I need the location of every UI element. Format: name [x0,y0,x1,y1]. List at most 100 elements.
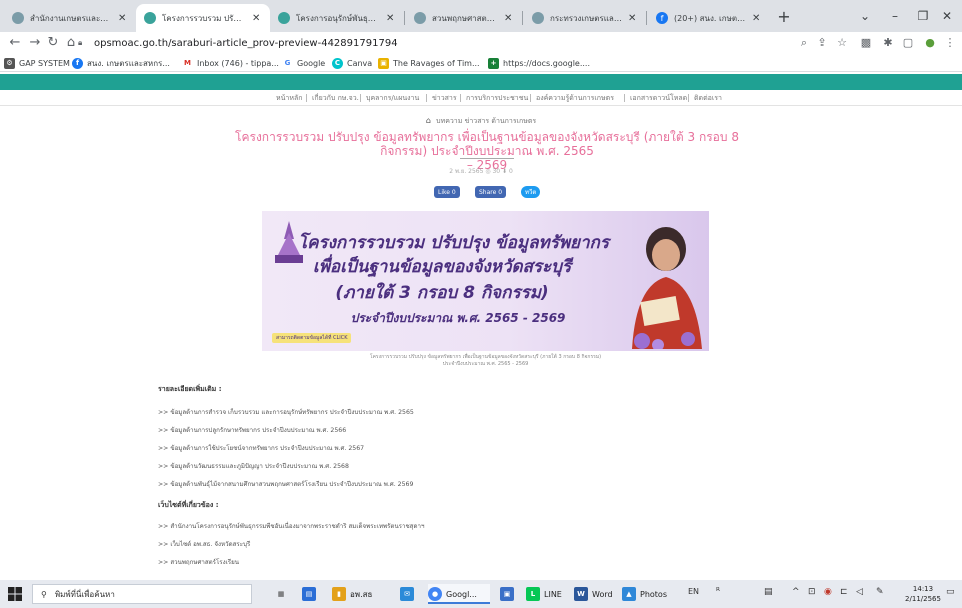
canva-icon: C [332,57,343,69]
address-bar[interactable]: 🔒︎ opsmoac.go.th/saraburi-article_prov-p… [78,33,786,53]
system-clock[interactable]: 14:13 2/11/2565 [900,584,946,604]
details-link-4[interactable]: >> ข้อมูลด้านวัฒนธรรมและภูมิปัญญา ประจำป… [158,461,349,471]
window-close-icon[interactable]: ✕ [930,6,962,26]
folder-icon: ▮ [332,587,346,601]
nav-item-news[interactable]: ข่าวสาร [432,93,457,104]
people-icon[interactable]: ᴿ [716,587,720,597]
tweet-button[interactable]: ทวีต [521,186,541,198]
taskbar-app-chrome[interactable]: ● Googl... [428,584,490,604]
tray-app-icon[interactable]: ⊡ [808,587,816,597]
taskbar-app-label: LINE [544,589,562,599]
network-icon[interactable]: ⊏ [840,587,848,597]
antivirus-icon[interactable]: ◉ [824,587,832,597]
close-icon[interactable]: ✕ [252,13,262,24]
gear-icon: ⚙ [4,57,15,69]
nav-item-services[interactable]: การบริการประชาชน [466,93,528,104]
taskbar-app-store[interactable]: ▤ [302,584,320,604]
bookmark-gmail[interactable]: M Inbox (746) - tippa... [182,56,279,70]
sidebar-icon[interactable]: ▢ [900,35,916,51]
tab-title: โครงการอนุรักษ์พันธุกรรมพื... [296,13,380,23]
menu-icon[interactable]: ⋮ [942,35,958,51]
nav-item-staff[interactable]: บุคลากร/แผนงาน [366,93,419,104]
browser-tab-strip: สำนักงานเกษตรและสหกรณ์ ✕ โครงการรวบรวม ป… [0,0,962,32]
bookmark-facebook[interactable]: f สนง. เกษตรและสหกร... [72,56,170,70]
details-link-1[interactable]: >> ข้อมูลด้านการสำรวจ เก็บรวบรวม และการอ… [158,407,414,417]
portrait-icon [632,227,702,349]
url-text: opsmoac.go.th/saraburi-article_prov-prev… [94,37,398,49]
close-icon[interactable]: ✕ [628,13,638,24]
details-link-3[interactable]: >> ข้อมูลด้านการใช้ประโยชน์จากทรัพยากร ป… [158,443,364,453]
browser-tab-4[interactable]: กระทรวงเกษตรและสหกรณ์ ✕ [524,4,646,32]
related-link-2[interactable]: >> เว็บไซต์ อพ.สธ. จังหวัดสระบุรี [158,539,250,549]
home-icon[interactable]: ⌂ [426,116,431,125]
banner-caption: โครงการรวบรวม ปรับปรุง ข้อมูลทรัพยากร เพ… [262,354,709,368]
chrome-icon: ● [428,587,442,601]
bookmark-label: The Ravages of Tim... [393,58,480,68]
taskbar-app-label: อพ.สธ [350,589,373,599]
nav-divider [460,94,461,102]
tab-separator [522,11,523,25]
bookmark-google[interactable]: G Google [282,56,325,70]
notifications-icon[interactable]: ▭ [946,587,955,597]
details-link-5[interactable]: >> ข้อมูลด้านพันธุ์ไม้จากสนามศึกษาสวนพฤก… [158,479,413,489]
bookmarks-bar: ⚙ GAP SYSTEM f สนง. เกษตรและสหกร... M In… [0,54,962,72]
taskbar-app-photos-viewer[interactable]: ▣ [500,584,518,604]
details-heading: รายละเอียดเพิ่มเติม : [158,385,222,393]
close-icon[interactable]: ✕ [752,13,762,24]
task-view-icon: ▦ [277,590,285,598]
facebook-share-button[interactable]: Share 0 [475,186,507,198]
close-icon[interactable]: ✕ [118,13,128,24]
bookmark-docs[interactable]: + https://docs.google.... [488,56,590,70]
breadcrumb-text[interactable]: บทความ ข่าวสาร ด้านการเกษตร [436,117,536,125]
nav-item-about[interactable]: เกี่ยวกับ กษ.จว. [312,93,359,104]
chevron-up-icon[interactable]: ^ [792,587,800,597]
volume-icon[interactable]: ◁ [856,587,863,597]
profile-avatar-icon[interactable]: ● [922,35,938,51]
back-icon[interactable]: ← [6,34,24,52]
close-icon[interactable]: ✕ [386,13,396,24]
related-link-3[interactable]: >> สวนพฤกษศาสตร์โรงเรียน [158,557,239,567]
facebook-like-button[interactable]: Like 0 [434,186,460,198]
bookmark-label: Canva [347,58,373,68]
browser-tab-2[interactable]: โครงการอนุรักษ์พันธุกรรมพื... ✕ [270,4,404,32]
bookmark-star-icon[interactable]: ☆ [834,35,850,51]
taskbar-search[interactable]: ⚲ พิมพ์ที่นี่เพื่อค้นหา [32,584,252,604]
caption-line2: ประจำปีงบประมาณ พ.ศ. 2565 - 2569 [442,361,529,367]
nav-item-contact[interactable]: ติดต่อเรา [694,93,722,104]
taskbar-task-view[interactable]: ▦ [274,584,292,604]
details-link-2[interactable]: >> ข้อมูลด้านการปลูกรักษาทรัพยากร ประจำป… [158,425,346,435]
tweet-label: ทวีต [525,189,537,196]
extension-icon[interactable]: ▩ [858,35,874,51]
related-link-1[interactable]: >> สำนักงานโครงการอนุรักษ์พันธุกรรมพืชอั… [158,521,424,531]
bookmark-canva[interactable]: C Canva [332,56,372,70]
taskbar-app-folder[interactable]: ▮ อพ.สธ [332,584,382,604]
lock-icon: 🔒︎ [78,38,83,47]
language-indicator[interactable]: EN [688,587,699,596]
taskbar-app-mail[interactable]: ✉ [400,584,418,604]
browser-tab-5[interactable]: f (20+) สนง. เกษตรและสหกร... ✕ [648,4,770,32]
nav-item-downloads[interactable]: เอกสารดาวน์โหลด [630,93,687,104]
new-tab-button[interactable]: + [772,6,796,28]
keyboard-icon[interactable]: ▤ [764,587,773,597]
taskbar-app-line[interactable]: L LINE [526,584,576,604]
share-page-icon[interactable]: ⇪ [814,35,830,51]
bookmark-ravages[interactable]: ▣ The Ravages of Tim... [378,56,480,70]
nav-item-knowledge[interactable]: องค์ความรู้ด้านการเกษตร [536,93,614,104]
reload-icon[interactable]: ↻ [44,34,62,52]
extensions-puzzle-icon[interactable]: ✱ [880,35,896,51]
browser-tab-1[interactable]: โครงการรวบรวม ปรับปรุง ข้... ✕ [136,4,270,32]
browser-tab-3[interactable]: สวนพฤกษศาสตร์โรงเรียน ส... ✕ [406,4,522,32]
pen-icon[interactable]: ✎ [876,587,884,597]
zoom-icon[interactable]: ⌕ [796,35,812,51]
tab-search-icon[interactable]: ⌄ [848,6,882,26]
taskbar-app-photos[interactable]: ▲ Photos [622,584,680,604]
nav-item-home[interactable]: หน้าหลัก [276,93,302,104]
taskbar-app-word[interactable]: W Word [574,584,628,604]
nav-divider [624,94,625,102]
forward-icon[interactable]: → [26,34,44,52]
browser-tab-0[interactable]: สำนักงานเกษตรและสหกรณ์ ✕ [4,4,136,32]
windows-start-icon[interactable] [8,587,22,601]
nav-divider [426,94,427,102]
close-icon[interactable]: ✕ [504,13,514,24]
bookmark-gap-system[interactable]: ⚙ GAP SYSTEM [4,56,70,70]
